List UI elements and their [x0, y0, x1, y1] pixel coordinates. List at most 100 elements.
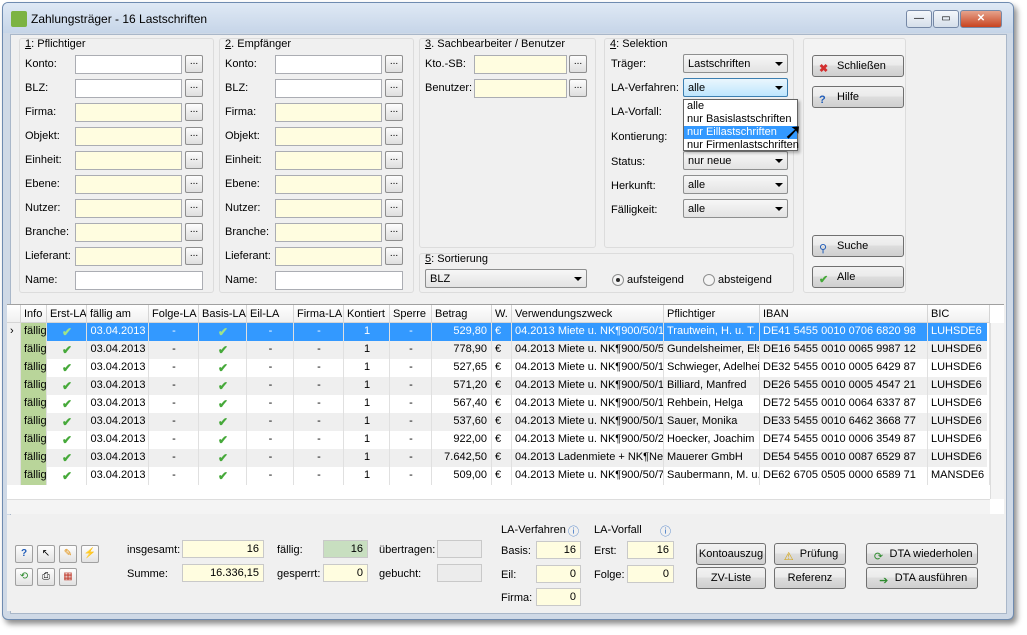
column-header-1[interactable]: Erst-LA — [47, 305, 87, 323]
minimize-button[interactable]: — — [906, 10, 932, 28]
empfaenger-input-0[interactable] — [275, 55, 382, 74]
sort-asc-radio[interactable] — [612, 274, 624, 286]
column-header-5[interactable]: Eil-LA — [247, 305, 294, 323]
pflichtiger-input-6[interactable] — [75, 199, 182, 218]
empfaenger-input-7[interactable] — [275, 223, 382, 242]
pflichtiger-input-8[interactable] — [75, 247, 182, 266]
dta-wiederholen-button[interactable]: ⟳ DTA wiederholen — [866, 543, 978, 565]
maximize-button[interactable]: ▭ — [933, 10, 959, 28]
empfaenger-input-5[interactable] — [275, 175, 382, 194]
empfaenger-input-8[interactable] — [275, 247, 382, 266]
pflichtiger-browse-button-6[interactable]: ... — [185, 199, 203, 217]
column-header-3[interactable]: Folge-LA — [149, 305, 199, 323]
column-header-8[interactable]: Sperre — [390, 305, 432, 323]
pflichtiger-input-1[interactable] — [75, 79, 182, 98]
dropdown-option-basis[interactable]: nur Basislastschriften — [684, 113, 797, 126]
empfaenger-browse-button-2[interactable]: ... — [385, 103, 403, 121]
hilfe-button[interactable]: ? Hilfe — [812, 86, 904, 108]
empfaenger-input-3[interactable] — [275, 127, 382, 146]
pflichtiger-input-4[interactable] — [75, 151, 182, 170]
sort-desc-radio[interactable] — [703, 274, 715, 286]
pflichtiger-input-2[interactable] — [75, 103, 182, 122]
table-row[interactable]: fällig ✔ 03.04.2013- ✔ - -1-567,40 €04.2013 Mi… — [7, 395, 990, 413]
suche-button[interactable]: ⚲ Suche — [812, 235, 904, 257]
pflichtiger-browse-button-8[interactable]: ... — [185, 247, 203, 265]
table-row[interactable]: fällig ✔ 03.04.2013- ✔ - -1-537,60 €04.2013 Mi… — [7, 413, 990, 431]
sortierung-select[interactable]: BLZ — [425, 269, 587, 288]
kto-sb-browse-button[interactable]: ... — [569, 55, 587, 73]
empfaenger-browse-button-7[interactable]: ... — [385, 223, 403, 241]
table-row[interactable]: fällig ✔ 03.04.2013- ✔ - -1-527,65 €04.2013 Mi… — [7, 359, 990, 377]
pflichtiger-input-0[interactable] — [75, 55, 182, 74]
table-row[interactable]: fällig ✔ 03.04.2013- ✔ - -1-509,00 €04.2013 Mi… — [7, 467, 990, 485]
dropdown-option-firma[interactable]: nur Firmenlastschriften — [684, 139, 799, 152]
dropdown-option-alle[interactable]: alle — [684, 100, 797, 113]
benutzer-input[interactable] — [474, 79, 567, 98]
table-row[interactable]: fällig ✔ 03.04.2013- ✔ - -1-571,20 €04.2013 Mi… — [7, 377, 990, 395]
la-verfahren-select[interactable]: alle — [683, 78, 788, 97]
pflichtiger-browse-button-0[interactable]: ... — [185, 55, 203, 73]
empfaenger-input-4[interactable] — [275, 151, 382, 170]
herkunft-select[interactable]: alle — [683, 175, 788, 194]
horizontal-scrollbar[interactable] — [7, 499, 990, 514]
pflichtiger-browse-button-4[interactable]: ... — [185, 151, 203, 169]
empfaenger-browse-button-3[interactable]: ... — [385, 127, 403, 145]
traeger-select[interactable]: Lastschriften — [683, 54, 788, 73]
close-button[interactable]: ✕ — [960, 10, 1002, 28]
pointer-icon[interactable]: ↖ — [37, 545, 55, 563]
table-row[interactable]: › fällig ✔ 03.04.2013- ✔ - -1-529,80 €04.2013 M… — [7, 323, 990, 341]
column-header-12[interactable]: Pflichtiger — [664, 305, 760, 323]
column-header-2[interactable]: fällig am — [87, 305, 149, 323]
column-header-14[interactable]: BIC — [928, 305, 990, 323]
dta-ausfuehren-button[interactable]: ➔ DTA ausführen — [866, 567, 978, 589]
pflichtiger-browse-button-3[interactable]: ... — [185, 127, 203, 145]
help-icon[interactable]: ? — [15, 545, 33, 563]
column-header-0[interactable]: Info — [21, 305, 47, 323]
empfaenger-input-9[interactable] — [275, 271, 403, 290]
table-row[interactable]: fällig ✔ 03.04.2013- ✔ - -1-7.642,50 €04.2013 … — [7, 449, 990, 467]
dropdown-option-eil[interactable]: nur Eillastschriften — [684, 126, 797, 139]
column-header-10[interactable]: W. — [492, 305, 512, 323]
column-header-11[interactable]: Verwendungszweck — [512, 305, 664, 323]
printer-icon[interactable]: ⎙ — [37, 568, 55, 586]
pflichtiger-browse-button-7[interactable]: ... — [185, 223, 203, 241]
vertical-scrollbar[interactable] — [990, 323, 1004, 499]
kontoauszug-button[interactable]: Kontoauszug — [696, 543, 766, 565]
table-row[interactable]: fällig ✔ 03.04.2013- ✔ - -1-778,90 €04.2013 Mi… — [7, 341, 990, 359]
alle-button[interactable]: ✔ Alle — [812, 266, 904, 288]
empfaenger-browse-button-8[interactable]: ... — [385, 247, 403, 265]
empfaenger-browse-button-1[interactable]: ... — [385, 79, 403, 97]
pflichtiger-input-5[interactable] — [75, 175, 182, 194]
pflichtiger-input-3[interactable] — [75, 127, 182, 146]
info-icon[interactable]: ⓘ — [660, 523, 671, 539]
pflichtiger-browse-button-5[interactable]: ... — [185, 175, 203, 193]
empfaenger-input-6[interactable] — [275, 199, 382, 218]
refresh-icon[interactable]: ⟲ — [15, 568, 33, 586]
info-icon[interactable]: ⓘ — [568, 523, 579, 539]
calendar-icon[interactable]: ▦ — [59, 568, 77, 586]
faelligkeit-select[interactable]: alle — [683, 199, 788, 218]
pflichtiger-browse-button-1[interactable]: ... — [185, 79, 203, 97]
empfaenger-browse-button-4[interactable]: ... — [385, 151, 403, 169]
table-row[interactable]: fällig ✔ 03.04.2013- ✔ - -1-922,00 €04.2013 Mi… — [7, 431, 990, 449]
empfaenger-input-1[interactable] — [275, 79, 382, 98]
kto-sb-input[interactable] — [474, 55, 567, 74]
column-header-7[interactable]: Kontiert — [344, 305, 390, 323]
benutzer-browse-button[interactable]: ... — [569, 79, 587, 97]
empfaenger-browse-button-0[interactable]: ... — [385, 55, 403, 73]
empfaenger-browse-button-5[interactable]: ... — [385, 175, 403, 193]
column-header-4[interactable]: Basis-LA — [199, 305, 247, 323]
schliessen-button[interactable]: ✖ Schließen — [812, 55, 904, 77]
zv-liste-button[interactable]: ZV-Liste — [696, 567, 766, 589]
column-header-6[interactable]: Firma-LA — [294, 305, 344, 323]
pencil-icon[interactable]: ✎ — [59, 545, 77, 563]
status-select[interactable]: nur neue — [683, 151, 788, 170]
empfaenger-browse-button-6[interactable]: ... — [385, 199, 403, 217]
column-header-9[interactable]: Betrag — [432, 305, 492, 323]
pflichtiger-input-7[interactable] — [75, 223, 182, 242]
referenz-button[interactable]: Referenz — [774, 567, 846, 589]
pflichtiger-browse-button-2[interactable]: ... — [185, 103, 203, 121]
empfaenger-input-2[interactable] — [275, 103, 382, 122]
lightning-icon[interactable]: ⚡ — [81, 545, 99, 563]
pruefung-button[interactable]: ⚠ Prüfung — [774, 543, 846, 565]
